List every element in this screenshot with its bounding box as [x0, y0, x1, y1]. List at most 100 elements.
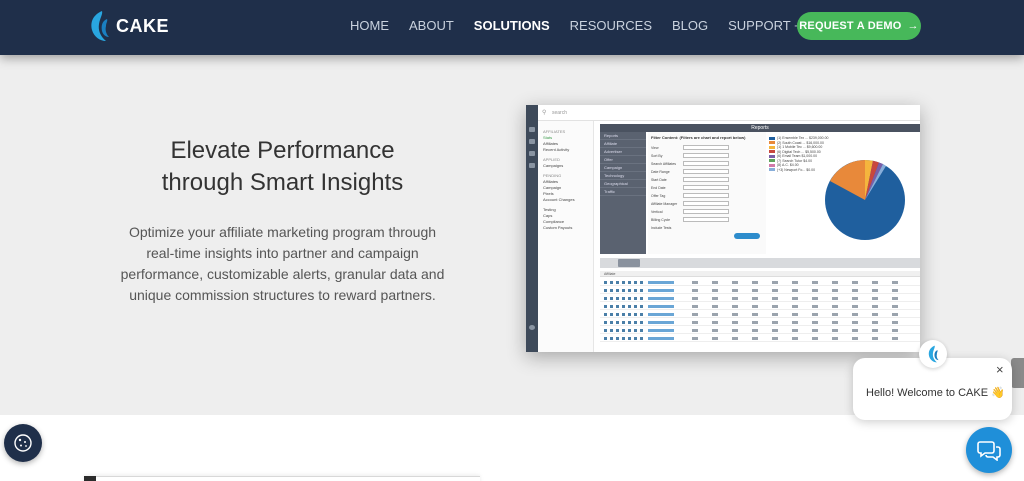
- lower-section: [0, 415, 1024, 481]
- row-action-icons: [604, 297, 644, 300]
- table-row: [600, 327, 920, 334]
- table-row: [600, 287, 920, 294]
- request-demo-button[interactable]: REQUEST A DEMO →: [797, 12, 921, 40]
- product-screenshot: ⚲ search AFFILIATES Stats Affiliates Rec…: [526, 105, 920, 352]
- form-field: [683, 145, 729, 150]
- apply-filter-button: [734, 233, 760, 239]
- form-row: Search Affiliates: [651, 160, 763, 167]
- rail-icon: [529, 163, 535, 168]
- form-label: Start Date: [651, 177, 667, 182]
- rail-avatar-icon: [529, 325, 535, 330]
- table-header-label: Affiliate: [604, 272, 616, 276]
- nav-resources[interactable]: RESOURCES: [570, 18, 652, 33]
- table-row: [600, 279, 920, 286]
- nav-about[interactable]: ABOUT: [409, 18, 454, 33]
- form-field: [683, 177, 729, 182]
- legend-swatch: [769, 141, 775, 145]
- nav-solutions[interactable]: SOLUTIONS: [474, 18, 550, 33]
- nav-links: HOME ABOUT SOLUTIONS RESOURCES BLOG SUPP…: [350, 18, 871, 33]
- row-cells: [692, 329, 912, 332]
- table-row: [600, 295, 920, 302]
- side-feedback-tab[interactable]: [1011, 358, 1024, 388]
- row-cells: [692, 337, 912, 340]
- form-field: [683, 153, 729, 158]
- screenshot-menu: AFFILIATES Stats Affiliates Recent Activ…: [538, 121, 594, 352]
- form-row: Sort By: [651, 152, 763, 159]
- chat-avatar: [919, 340, 947, 368]
- row-link: [648, 337, 674, 340]
- screenshot-tabs: [600, 258, 920, 268]
- table-row: [600, 335, 920, 342]
- form-row: End Date: [651, 184, 763, 191]
- menu-item: Campaigns: [543, 163, 564, 168]
- row-cells: [692, 289, 912, 292]
- form-row: Vertical: [651, 208, 763, 215]
- form-label: Billing Cycle: [651, 217, 671, 222]
- form-label: Search Affiliates: [651, 161, 677, 166]
- form-label: Include Tests: [651, 225, 672, 230]
- screenshot-side-rail: [526, 105, 538, 352]
- headline-line-1: Elevate Performance: [170, 137, 395, 164]
- legend-swatch: [769, 168, 775, 172]
- screenshot-search: ⚲ search: [538, 105, 920, 121]
- menu-item: Recent Activity: [543, 147, 570, 152]
- row-link: [648, 297, 674, 300]
- form-row: Offer Tag: [651, 192, 763, 199]
- filter-category: Offer: [600, 156, 646, 164]
- nav-blog[interactable]: BLOG: [672, 18, 708, 33]
- form-field: [683, 169, 729, 174]
- cookie-settings-button[interactable]: [4, 424, 42, 462]
- legend-text: (+3) Newport Fo... $0.00: [777, 167, 816, 172]
- chat-close-icon[interactable]: ×: [996, 362, 1004, 377]
- row-action-icons: [604, 337, 644, 340]
- form-field: [683, 161, 729, 166]
- legend-swatch: [769, 150, 775, 154]
- search-placeholder: search: [552, 110, 568, 116]
- form-label: Offer Tag: [651, 193, 666, 198]
- table-header: Affiliate: [600, 271, 920, 277]
- row-link: [648, 289, 674, 292]
- rail-icon: [529, 127, 535, 132]
- row-cells: [692, 305, 912, 308]
- top-navigation-bar: CAKE HOME ABOUT SOLUTIONS RESOURCES BLOG…: [0, 0, 1024, 55]
- request-demo-label: REQUEST A DEMO: [799, 20, 902, 32]
- legend-text: (6) Digital Tech ... $5,500.00: [777, 149, 821, 154]
- form-row: Start Date: [651, 176, 763, 183]
- row-action-icons: [604, 305, 644, 308]
- legend-swatch: [769, 145, 775, 149]
- cake-logo-icon: [928, 345, 939, 363]
- row-link: [648, 313, 674, 316]
- row-cells: [692, 313, 912, 316]
- form-field: [683, 185, 729, 190]
- lower-content-card: [84, 476, 480, 481]
- cake-logo-icon: [91, 11, 109, 41]
- filter-category: Traffic: [600, 188, 646, 196]
- row-cells: [692, 297, 912, 300]
- row-action-icons: [604, 321, 644, 324]
- search-icon: ⚲: [542, 110, 547, 116]
- nav-home[interactable]: HOME: [350, 18, 389, 33]
- form-row: Affiliate Manager: [651, 200, 763, 207]
- table-row: [600, 319, 920, 326]
- form-row: View: [651, 144, 763, 151]
- legend-swatch: [769, 159, 775, 163]
- filter-category: Advertiser: [600, 148, 646, 156]
- filter-categories: Reports Affiliate Advertiser Offer Campa…: [600, 132, 646, 254]
- filter-category: Affiliate: [600, 140, 646, 148]
- cake-logo[interactable]: CAKE: [88, 8, 169, 44]
- form-label: Sort By: [651, 153, 663, 158]
- cookie-icon: [14, 434, 32, 452]
- table-row: [600, 303, 920, 310]
- filter-category: Campaign: [600, 164, 646, 172]
- filter-form-title: Filter Content: (Filters are chart and r…: [651, 135, 746, 140]
- rail-icon: [529, 139, 535, 144]
- legend-text: (1) Ensemble Tex ... $239,000.00: [777, 136, 829, 141]
- form-field: [683, 193, 729, 198]
- headline-line-2: through Smart Insights: [161, 169, 404, 196]
- form-field: [683, 217, 729, 222]
- pie-chart: [825, 159, 905, 240]
- chat-launcher-button[interactable]: [966, 427, 1012, 473]
- chat-welcome-message: Hello! Welcome to CAKE 👋: [866, 387, 1005, 399]
- form-label: Vertical: [651, 209, 663, 214]
- legend-swatch: [769, 136, 775, 140]
